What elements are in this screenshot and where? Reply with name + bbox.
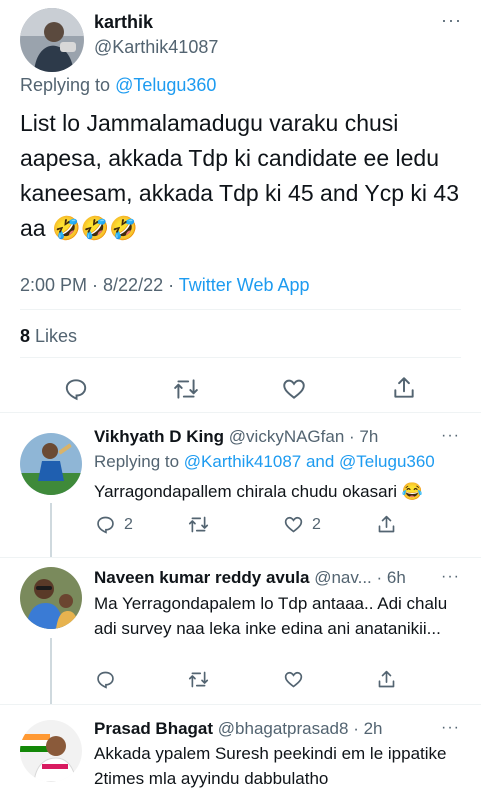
replying-prefix: Replying to [94,452,180,471]
more-icon[interactable]: ··· [441,719,460,737]
like-icon [284,516,303,533]
author-handle[interactable]: @nav... [314,568,372,587]
share-button[interactable] [376,514,397,535]
reply-tweet[interactable]: Prasad Bhagat @bhagatprasad8 · 2h ··· Ak… [0,705,481,800]
like-icon [283,379,305,399]
tweet-actions [0,372,481,404]
tweet-timestamp[interactable]: 2:00 PM · 8/22/22 · [20,275,179,295]
like-button[interactable]: 2 [283,514,321,535]
reply-button[interactable] [63,376,89,402]
retweet-button[interactable] [188,669,209,690]
main-tweet: karthik @Karthik41087 ··· Replying to @T… [0,0,481,412]
reply-header: Vikhyath D King @vickyNAGfan · 7h [94,427,378,447]
reply-time[interactable]: · 7h [349,427,378,446]
author-name[interactable]: Naveen kumar reddy avula [94,568,309,587]
retweet-icon [188,516,209,533]
likes-summary[interactable]: 8 Likes [20,326,77,347]
likes-count: 8 [20,326,31,346]
reply-tweet[interactable]: Naveen kumar reddy avula @nav... · 6h ··… [0,558,481,704]
author-handle[interactable]: @Karthik41087 [94,37,218,58]
replying-to: Replying to @Telugu360 [20,75,216,96]
retweet-icon [188,671,209,688]
reply-text: Akkada ypalem Suresh peekindi em le ippa… [94,744,447,788]
reply-actions: 2 2 [0,514,481,538]
reply-text: Ma Yerragondapalem lo Tdp antaaa.. Adi c… [94,594,448,638]
reply-time[interactable]: · 6h [377,568,406,587]
avatar[interactable] [20,433,82,495]
reply-text-body: Yarragondapallem chirala chudu okasari [94,482,398,501]
mention-link[interactable]: @Telugu360 [115,75,216,95]
reply-header: Prasad Bhagat @bhagatprasad8 · 2h [94,719,383,739]
like-button[interactable] [283,669,304,690]
reply-button[interactable] [95,669,116,690]
reply-actions [0,669,481,693]
reply-icon [65,379,87,401]
tweet-meta: 2:00 PM · 8/22/22 · Twitter Web App [20,275,310,296]
replying-prefix: Replying to [20,75,111,95]
more-icon[interactable]: ··· [441,568,460,586]
reply-icon [97,516,114,534]
like-button[interactable] [281,376,307,402]
share-button[interactable] [376,669,397,690]
reply-tweet[interactable]: Vikhyath D King @vickyNAGfan · 7h ··· Re… [0,413,481,557]
author-name[interactable]: Vikhyath D King [94,427,224,446]
source-app-link[interactable]: Twitter Web App [179,275,310,295]
share-icon [378,670,395,688]
author-handle[interactable]: @vickyNAGfan [229,427,345,446]
avatar[interactable] [20,720,82,782]
likes-label: Likes [35,326,78,346]
retweet-icon [174,379,198,399]
emoji: 😂 [401,482,423,501]
emoji: 🤣🤣🤣 [51,215,138,241]
avatar[interactable] [20,567,82,629]
retweet-button[interactable] [188,514,209,535]
like-icon [284,671,303,688]
author-name[interactable]: karthik [94,12,153,33]
more-icon[interactable]: ··· [441,427,460,445]
reply-text: Yarragondapallem chirala chudu okasari 😂 [94,479,466,504]
share-icon [378,515,395,533]
tweet-text: List lo Jammalamadugu varaku chusi aapes… [20,106,465,246]
like-count: 2 [312,515,321,533]
more-icon[interactable]: ··· [441,10,462,31]
author-name[interactable]: Prasad Bhagat [94,719,213,738]
reply-icon [97,671,114,689]
divider [20,309,461,310]
avatar[interactable] [20,8,84,72]
author-handle[interactable]: @bhagatprasad8 [218,719,349,738]
reply-button[interactable]: 2 [95,514,133,535]
retweet-button[interactable] [173,376,199,402]
reply-header: Naveen kumar reddy avula @nav... · 6h [94,568,406,588]
replying-to: Replying to @Karthik41087 and @Telugu360 [94,452,435,472]
share-button[interactable] [391,375,417,401]
reply-count: 2 [124,515,133,533]
reply-time[interactable]: · 2h [353,719,382,738]
mention-link[interactable]: @Karthik41087 and @Telugu360 [184,452,435,471]
share-icon [394,377,414,398]
divider [20,357,461,358]
